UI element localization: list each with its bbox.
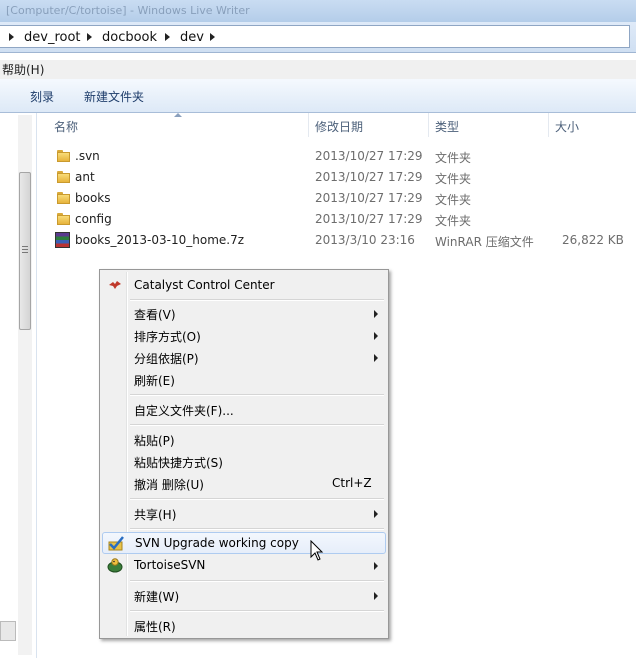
burn-button[interactable]: 刻录 — [30, 88, 54, 105]
menu-item-share[interactable]: 共享(H) — [102, 503, 386, 524]
menu-item-label: 撤消 删除(U) — [134, 478, 204, 492]
menu-item-view[interactable]: 查看(V) — [102, 303, 386, 324]
menu-item-sort-by[interactable]: 排序方式(O) — [102, 325, 386, 346]
chevron-right-icon[interactable] — [210, 33, 215, 41]
file-name: books_2013-03-10_home.7z — [75, 233, 245, 247]
menu-separator — [130, 580, 384, 582]
menu-help[interactable]: 帮助(H) — [2, 61, 44, 78]
column-header-name[interactable]: 名称 — [54, 118, 78, 144]
column-header-type[interactable]: 类型 — [435, 118, 459, 144]
menu-separator — [130, 498, 384, 500]
file-row-config[interactable]: config 2013/10/27 17:29 文件夹 — [52, 209, 632, 230]
menu-item-tortoisesvn[interactable]: TortoiseSVN — [102, 555, 386, 576]
file-row-svn[interactable]: .svn 2013/10/27 17:29 文件夹 — [52, 146, 632, 167]
window-titlebar: [Computer/C/tortoise] - Windows Live Wri… — [0, 0, 636, 22]
folder-icon — [57, 150, 70, 162]
file-name: .svn — [75, 149, 100, 163]
menu-bar: 帮助(H) — [0, 60, 636, 79]
menu-item-label: 排序方式(O) — [134, 330, 201, 344]
file-row-books[interactable]: books 2013/10/27 17:29 文件夹 — [52, 188, 632, 209]
scroll-grip-icon — [22, 246, 28, 255]
file-date: 2013/3/10 23:16 — [315, 233, 415, 247]
column-header-size[interactable]: 大小 — [555, 118, 579, 144]
folder-icon — [57, 171, 70, 183]
window-title: [Computer/C/tortoise] - Windows Live Wri… — [6, 4, 250, 17]
menu-item-properties[interactable]: 属性(R) — [102, 615, 386, 636]
menu-item-catalyst[interactable]: Catalyst Control Center — [102, 275, 386, 296]
menu-item-undo-delete[interactable]: 撤消 删除(U) Ctrl+Z — [102, 473, 386, 494]
menu-item-label: 分组依据(P) — [134, 352, 199, 366]
winrar-archive-icon — [55, 232, 70, 248]
catalyst-icon — [109, 281, 121, 289]
file-date: 2013/10/27 17:29 — [315, 170, 423, 184]
menu-separator — [130, 394, 384, 396]
menu-item-label: 自定义文件夹(F)... — [134, 404, 234, 418]
file-type: WinRAR 压缩文件 — [435, 235, 534, 249]
file-type: 文件夹 — [435, 151, 472, 165]
tortoisesvn-icon — [107, 558, 123, 573]
address-bar[interactable]: dev_root docbook dev — [0, 25, 630, 48]
submenu-arrow-icon — [374, 562, 378, 570]
column-divider[interactable] — [428, 113, 429, 137]
file-date: 2013/10/27 17:29 — [315, 212, 423, 226]
file-name: ant — [75, 170, 95, 184]
command-toolbar: 刻录 新建文件夹 — [0, 79, 636, 113]
menu-separator — [130, 299, 384, 301]
menu-item-group-by[interactable]: 分组依据(P) — [102, 347, 386, 368]
file-name: config — [75, 212, 112, 226]
folder-icon — [57, 213, 70, 225]
submenu-arrow-icon — [374, 592, 378, 600]
menu-item-refresh[interactable]: 刷新(E) — [102, 369, 386, 390]
breadcrumb-dev[interactable]: dev — [180, 30, 204, 45]
menu-item-label: SVN Upgrade working copy — [135, 536, 299, 550]
chevron-right-icon[interactable] — [9, 33, 14, 41]
menu-item-label: 新建(W) — [134, 590, 180, 604]
menu-item-new[interactable]: 新建(W) — [102, 585, 386, 606]
breadcrumb-docbook[interactable]: docbook — [102, 30, 157, 45]
menu-item-label: 属性(R) — [134, 620, 176, 634]
menu-item-label: 共享(H) — [134, 508, 177, 522]
file-type: 文件夹 — [435, 214, 472, 228]
submenu-arrow-icon — [374, 510, 378, 518]
menu-item-paste[interactable]: 粘贴(P) — [102, 429, 386, 450]
column-divider[interactable] — [548, 113, 549, 137]
file-size: 26,822 KB — [562, 233, 624, 247]
sort-ascending-icon — [174, 113, 182, 117]
mouse-pointer-icon — [310, 540, 324, 561]
file-row-ant[interactable]: ant 2013/10/27 17:29 文件夹 — [52, 167, 632, 188]
submenu-arrow-icon — [374, 354, 378, 362]
menu-item-label: 刷新(E) — [134, 374, 175, 388]
nav-pane-item[interactable] — [0, 621, 16, 641]
file-type: 文件夹 — [435, 193, 472, 207]
column-divider[interactable] — [308, 113, 309, 137]
menu-item-customize-folder[interactable]: 自定义文件夹(F)... — [102, 399, 386, 420]
address-bar-area: dev_root docbook dev — [0, 22, 636, 53]
menu-item-label: 查看(V) — [134, 308, 176, 322]
svn-upgrade-icon — [108, 536, 124, 551]
file-date: 2013/10/27 17:29 — [315, 149, 423, 163]
menu-item-label: 粘贴快捷方式(S) — [134, 456, 223, 470]
menu-separator — [130, 528, 384, 530]
submenu-arrow-icon — [374, 332, 378, 340]
menu-item-svn-upgrade[interactable]: SVN Upgrade working copy — [102, 532, 386, 554]
file-date: 2013/10/27 17:29 — [315, 191, 423, 205]
menu-item-paste-shortcut[interactable]: 粘贴快捷方式(S) — [102, 451, 386, 472]
menu-item-label: 粘贴(P) — [134, 434, 175, 448]
chevron-right-icon[interactable] — [87, 33, 92, 41]
breadcrumb-dev-root[interactable]: dev_root — [24, 30, 81, 45]
folder-icon — [57, 192, 70, 204]
menu-separator — [130, 424, 384, 426]
chevron-right-icon[interactable] — [165, 33, 170, 41]
menu-item-label: Catalyst Control Center — [134, 278, 275, 292]
menu-separator — [130, 610, 384, 612]
file-name: books — [75, 191, 111, 205]
column-header-date[interactable]: 修改日期 — [315, 118, 363, 144]
file-row-archive[interactable]: books_2013-03-10_home.7z 2013/3/10 23:16… — [52, 230, 632, 251]
menu-item-label: TortoiseSVN — [134, 558, 206, 572]
submenu-arrow-icon — [374, 310, 378, 318]
menu-item-shortcut: Ctrl+Z — [332, 476, 372, 490]
new-folder-button[interactable]: 新建文件夹 — [84, 88, 144, 105]
file-type: 文件夹 — [435, 172, 472, 186]
context-menu: Catalyst Control Center 查看(V) 排序方式(O) 分组… — [99, 269, 389, 639]
